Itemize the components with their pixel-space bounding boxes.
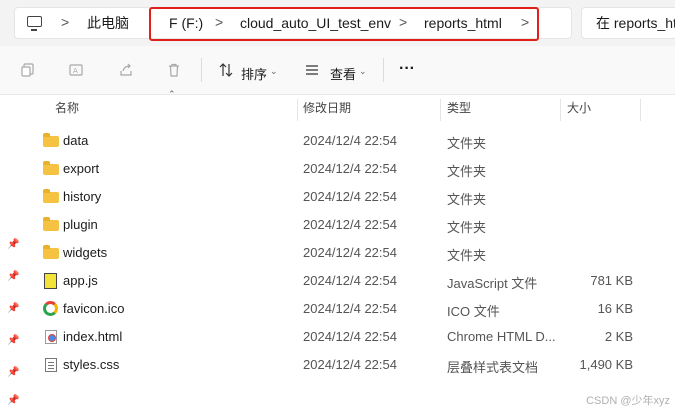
column-divider[interactable] bbox=[297, 99, 298, 121]
file-date: 2024/12/4 22:54 bbox=[303, 133, 397, 148]
pin-icon[interactable]: 📌 bbox=[7, 335, 19, 346]
column-divider[interactable] bbox=[560, 99, 561, 121]
svg-text:A: A bbox=[73, 67, 78, 75]
file-size: 1,490 KB bbox=[579, 357, 634, 372]
file-type: JavaScript 文件 bbox=[447, 276, 538, 291]
folder-icon bbox=[43, 217, 59, 231]
file-name: index.html bbox=[63, 329, 123, 344]
file-date: 2024/12/4 22:54 bbox=[303, 273, 397, 288]
column-divider[interactable] bbox=[440, 99, 441, 121]
more-options-button[interactable]: ··· bbox=[399, 60, 415, 78]
file-date: 2024/12/4 22:54 bbox=[303, 189, 397, 204]
folder-icon bbox=[43, 245, 59, 259]
path-highlight-annotation bbox=[149, 7, 539, 41]
file-name: plugin bbox=[63, 217, 98, 232]
folder-icon bbox=[43, 133, 59, 147]
sort-button[interactable]: 排序 bbox=[241, 64, 267, 83]
file-type: 文件夹 bbox=[447, 220, 487, 235]
file-date: 2024/12/4 22:54 bbox=[303, 301, 397, 316]
chrome-html-file-icon bbox=[45, 330, 57, 344]
column-header-size[interactable]: 大小 bbox=[567, 95, 591, 122]
search-input[interactable]: 在 reports_html 中搜索 bbox=[581, 7, 675, 39]
pin-icon[interactable]: 📌 bbox=[7, 239, 19, 250]
address-row: > 此电脑 F (F:) > cloud_auto_UI_test_env > … bbox=[0, 0, 675, 46]
table-row[interactable]: plugin 2024/12/4 22:54 文件夹 bbox=[24, 211, 675, 239]
file-name: data bbox=[63, 133, 89, 148]
file-size: 16 KB bbox=[597, 301, 633, 316]
table-row[interactable]: history 2024/12/4 22:54 文件夹 bbox=[24, 183, 675, 211]
file-type: 文件夹 bbox=[447, 164, 487, 179]
file-name: favicon.ico bbox=[63, 301, 125, 316]
column-divider[interactable] bbox=[640, 99, 641, 121]
javascript-file-icon bbox=[44, 273, 57, 289]
copy-icon[interactable] bbox=[21, 63, 35, 77]
pin-icon[interactable]: 📌 bbox=[7, 395, 19, 406]
table-row[interactable]: styles.css 2024/12/4 22:54 层叠样式表文档 1,490… bbox=[24, 351, 675, 379]
folder-icon bbox=[43, 189, 59, 203]
pin-icon[interactable]: 📌 bbox=[7, 367, 19, 378]
file-type: ICO 文件 bbox=[447, 304, 500, 319]
chevron-right-icon[interactable]: > bbox=[61, 14, 69, 30]
pin-icon[interactable]: 📌 bbox=[7, 303, 19, 314]
file-list: ⌃ 名称 修改日期 类型 大小 data 2024/12/4 22:54 文件夹… bbox=[24, 89, 675, 413]
delete-icon[interactable] bbox=[167, 63, 181, 77]
breadcrumb-this-pc[interactable]: 此电脑 bbox=[87, 15, 129, 31]
chevron-down-icon[interactable]: ⌄ bbox=[270, 66, 278, 77]
ico-file-icon bbox=[43, 301, 58, 316]
file-size: 781 KB bbox=[590, 273, 633, 288]
command-toolbar: A 排序 ⌄ 查看 ⌄ ··· bbox=[0, 46, 675, 95]
file-type: Chrome HTML D... bbox=[447, 329, 556, 344]
toolbar-divider bbox=[201, 58, 202, 82]
file-name: history bbox=[63, 189, 102, 204]
this-pc-icon[interactable] bbox=[27, 16, 42, 31]
file-type: 文件夹 bbox=[447, 136, 487, 151]
folder-icon bbox=[43, 161, 59, 175]
sort-icon[interactable] bbox=[219, 63, 233, 77]
file-date: 2024/12/4 22:54 bbox=[303, 357, 397, 372]
table-row[interactable]: favicon.ico 2024/12/4 22:54 ICO 文件 16 KB bbox=[24, 295, 675, 323]
column-header-name[interactable]: 名称 bbox=[55, 95, 79, 122]
file-name: app.js bbox=[63, 273, 98, 288]
file-name: styles.css bbox=[63, 357, 120, 372]
pin-icon[interactable]: 📌 bbox=[7, 271, 19, 282]
table-row[interactable]: app.js 2024/12/4 22:54 JavaScript 文件 781… bbox=[24, 267, 675, 295]
file-type: 文件夹 bbox=[447, 192, 487, 207]
view-button[interactable]: 查看 bbox=[330, 64, 356, 83]
navigation-pane: 📌 📌 📌 📌 📌 📌 bbox=[0, 95, 24, 413]
file-type: 文件夹 bbox=[447, 248, 487, 263]
chevron-down-icon[interactable]: ⌄ bbox=[359, 66, 367, 77]
file-date: 2024/12/4 22:54 bbox=[303, 161, 397, 176]
css-file-icon bbox=[45, 358, 57, 372]
column-header-type[interactable]: 类型 bbox=[447, 95, 471, 122]
watermark: CSDN @少年xyz bbox=[586, 395, 670, 407]
table-row[interactable]: data 2024/12/4 22:54 文件夹 bbox=[24, 127, 675, 155]
toolbar-divider bbox=[383, 58, 384, 82]
column-header-date[interactable]: 修改日期 bbox=[303, 95, 351, 122]
file-type: 层叠样式表文档 bbox=[447, 360, 539, 375]
view-icon[interactable] bbox=[305, 63, 319, 77]
file-name: export bbox=[63, 161, 100, 176]
share-icon[interactable] bbox=[119, 63, 133, 77]
file-date: 2024/12/4 22:54 bbox=[303, 329, 397, 344]
file-date: 2024/12/4 22:54 bbox=[303, 217, 397, 232]
file-name: widgets bbox=[63, 245, 108, 260]
table-row[interactable]: index.html 2024/12/4 22:54 Chrome HTML D… bbox=[24, 323, 675, 351]
file-date: 2024/12/4 22:54 bbox=[303, 245, 397, 260]
sort-ascending-icon: ⌃ bbox=[168, 89, 176, 99]
table-row[interactable]: widgets 2024/12/4 22:54 文件夹 bbox=[24, 239, 675, 267]
file-size: 2 KB bbox=[604, 329, 633, 344]
rename-icon[interactable]: A bbox=[69, 63, 83, 77]
table-row[interactable]: export 2024/12/4 22:54 文件夹 bbox=[24, 155, 675, 183]
